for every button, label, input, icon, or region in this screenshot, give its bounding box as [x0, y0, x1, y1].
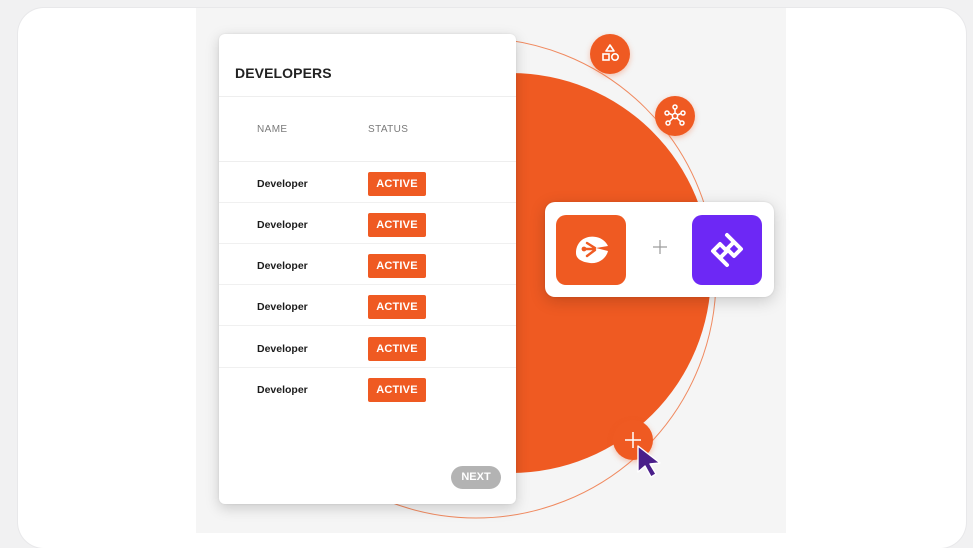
status-badge: ACTIVE — [368, 295, 426, 319]
status-badge: ACTIVE — [368, 378, 426, 402]
header-divider — [219, 96, 516, 97]
developer-name: Developer — [257, 384, 308, 396]
column-divider — [219, 161, 516, 162]
table-row[interactable]: Developer ACTIVE — [219, 286, 516, 326]
status-badge: ACTIVE — [368, 213, 426, 237]
developer-name: Developer — [257, 260, 308, 272]
developer-name: Developer — [257, 219, 308, 231]
row-divider — [219, 243, 516, 244]
connector-plus-icon — [653, 240, 667, 254]
integration-card — [545, 202, 774, 297]
developers-card: DEVELOPERS NAME STATUS Developer ACTIVE … — [219, 34, 516, 504]
status-badge: ACTIVE — [368, 172, 426, 196]
table-row[interactable]: Developer ACTIVE — [219, 369, 516, 409]
row-divider — [219, 325, 516, 326]
network-button[interactable] — [655, 96, 695, 136]
table-row[interactable]: Developer ACTIVE — [219, 328, 516, 368]
row-divider — [219, 367, 516, 368]
developer-name: Developer — [257, 301, 308, 313]
right-app-tile[interactable] — [692, 215, 762, 285]
status-badge: ACTIVE — [368, 254, 426, 278]
purple-diamond-logo-icon — [711, 233, 743, 267]
table-row[interactable]: Developer ACTIVE — [219, 245, 516, 285]
status-badge: ACTIVE — [368, 337, 426, 361]
table-row[interactable]: Developer ACTIVE — [219, 204, 516, 244]
row-divider — [219, 284, 516, 285]
column-header-status: STATUS — [368, 124, 409, 135]
column-header-name: NAME — [257, 124, 288, 135]
developer-name: Developer — [257, 178, 308, 190]
network-nodes-icon — [664, 104, 686, 126]
shapes-icon — [602, 44, 619, 61]
card-title: DEVELOPERS — [235, 65, 332, 81]
left-app-tile[interactable] — [556, 215, 626, 285]
mouse-cursor-icon — [637, 445, 661, 478]
shapes-button[interactable] — [590, 34, 630, 74]
developer-name: Developer — [257, 343, 308, 355]
table-row[interactable]: Developer ACTIVE — [219, 163, 516, 203]
next-button[interactable]: NEXT — [451, 466, 501, 489]
row-divider — [219, 202, 516, 203]
orange-claw-logo-icon — [576, 236, 608, 264]
